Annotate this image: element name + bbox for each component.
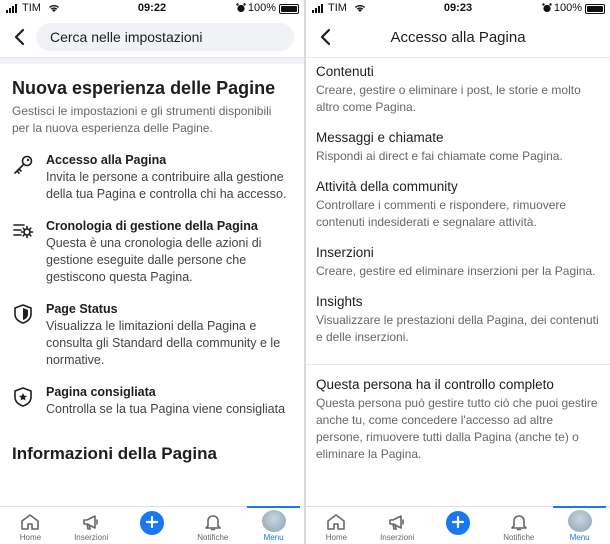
megaphone-icon xyxy=(83,515,98,530)
tab-ads[interactable]: Inserzioni xyxy=(61,507,122,544)
permission-item: Inserzioni Creare, gestire ed eliminare … xyxy=(316,245,600,280)
tab-bar: Home Inserzioni Notifiche Menu xyxy=(0,506,304,544)
tab-menu[interactable]: Menu xyxy=(243,506,304,544)
tab-ads[interactable]: Inserzioni xyxy=(367,507,428,544)
tab-label: Notifiche xyxy=(503,533,535,542)
permission-description: Controllare i commenti e rispondere, rim… xyxy=(316,198,567,229)
tab-create[interactable] xyxy=(428,507,489,544)
tab-label: Menu xyxy=(569,533,590,542)
star-shield-icon xyxy=(14,387,32,407)
tab-bar: Home Inserzioni Notifiche Menu xyxy=(306,506,610,544)
full-control-item: Questa persona ha il controllo completo … xyxy=(316,377,600,463)
option-description: Visualizza le limitazioni della Pagina e… xyxy=(46,319,281,367)
tab-label: Inserzioni xyxy=(74,533,109,542)
tab-label: Home xyxy=(19,533,42,542)
status-bar: TIM 09:22 100% xyxy=(0,0,304,18)
full-control-description: Questa persona può gestire tutto ciò che… xyxy=(316,396,598,461)
history-gear-icon xyxy=(13,224,34,239)
status-bar: TIM 09:23 100% xyxy=(306,0,610,18)
divider xyxy=(306,364,610,365)
permission-title: Insights xyxy=(316,294,363,309)
tab-home[interactable]: Home xyxy=(306,507,367,544)
battery-icon xyxy=(279,4,299,14)
bell-icon xyxy=(510,515,527,531)
alarm-icon xyxy=(236,3,246,13)
tab-notifications[interactable]: Notifiche xyxy=(182,507,243,544)
section-title: Nuova esperienza delle Pagine xyxy=(12,78,276,98)
tab-label: Home xyxy=(325,533,348,542)
option-page-status[interactable]: Page Status Visualizza le limitazioni de… xyxy=(0,294,304,377)
permission-description: Rispondi ai direct e fai chiamate come P… xyxy=(316,149,563,163)
option-page-access[interactable]: Accesso alla Pagina Invita le persone a … xyxy=(0,145,304,211)
left-phone-screen: TIM 09:22 100% Nuova esperienza delle Pa… xyxy=(0,0,304,544)
option-title: Accesso alla Pagina xyxy=(46,153,167,167)
right-phone-screen: TIM 09:23 100% Accesso alla Pagina Conte… xyxy=(306,0,610,544)
permissions-content: Contenuti Creare, gestire o eliminare i … xyxy=(306,58,610,506)
page-info-section-title: Informazioni della Pagina xyxy=(12,444,217,463)
permission-title: Contenuti xyxy=(316,64,374,79)
tab-create[interactable] xyxy=(122,507,183,544)
permission-item: Insights Visualizzare le prestazioni del… xyxy=(316,294,600,346)
shield-icon xyxy=(14,304,32,324)
plus-icon xyxy=(139,511,164,535)
permission-description: Creare, gestire o eliminare i post, le s… xyxy=(316,83,581,114)
permission-title: Inserzioni xyxy=(316,245,374,260)
avatar xyxy=(261,510,286,532)
navigation-bar xyxy=(0,18,304,58)
option-recommended-page[interactable]: Pagina consigliata Controlla se la tua P… xyxy=(0,377,304,426)
permission-description: Creare, gestire ed eliminare inserzioni … xyxy=(316,264,596,278)
permission-description: Visualizzare le prestazioni della Pagina… xyxy=(316,313,599,344)
bell-icon xyxy=(204,515,221,531)
permission-title: Messaggi e chiamate xyxy=(316,130,444,145)
battery-percent: 100% xyxy=(553,2,582,14)
tab-label: Notifiche xyxy=(197,533,229,542)
permission-item: Messaggi e chiamate Rispondi ai direct e… xyxy=(316,130,600,165)
back-arrow-icon[interactable] xyxy=(10,27,30,47)
home-icon xyxy=(327,514,346,530)
full-control-title: Questa persona ha il controllo completo xyxy=(316,377,554,392)
tab-label: Menu xyxy=(263,533,284,542)
option-description: Controlla se la tua Pagina viene consigl… xyxy=(46,402,286,416)
page-title: Accesso alla Pagina xyxy=(390,29,526,46)
option-management-history[interactable]: Cronologia di gestione della Pagina Ques… xyxy=(0,211,304,294)
permission-item: Contenuti Creare, gestire o eliminare i … xyxy=(316,64,600,116)
option-title: Page Status xyxy=(46,302,118,316)
megaphone-icon xyxy=(389,515,404,530)
tab-home[interactable]: Home xyxy=(0,507,61,544)
battery-percent: 100% xyxy=(247,2,276,14)
option-description: Questa è una cronologia delle azioni di … xyxy=(46,236,262,284)
permission-title: Attività della community xyxy=(316,179,458,194)
avatar xyxy=(567,510,592,532)
option-description: Invita le persone a contribuire alla ges… xyxy=(46,170,287,201)
section-subtitle: Gestisci le impostazioni e gli strumenti… xyxy=(12,104,272,135)
home-icon xyxy=(21,514,40,530)
option-title: Cronologia di gestione della Pagina xyxy=(46,219,258,233)
plus-icon xyxy=(445,511,470,535)
tab-notifications[interactable]: Notifiche xyxy=(488,507,549,544)
alarm-icon xyxy=(542,3,552,13)
tab-menu[interactable]: Menu xyxy=(549,506,610,544)
settings-search-input[interactable] xyxy=(36,23,294,51)
permission-item: Attività della community Controllare i c… xyxy=(316,179,600,231)
navigation-bar: Accesso alla Pagina xyxy=(306,18,610,58)
key-icon xyxy=(14,155,33,174)
tab-label: Inserzioni xyxy=(380,533,415,542)
battery-icon xyxy=(585,4,605,14)
option-title: Pagina consigliata xyxy=(46,385,156,399)
settings-content: Nuova esperienza delle Pagine Gestisci l… xyxy=(0,64,304,506)
